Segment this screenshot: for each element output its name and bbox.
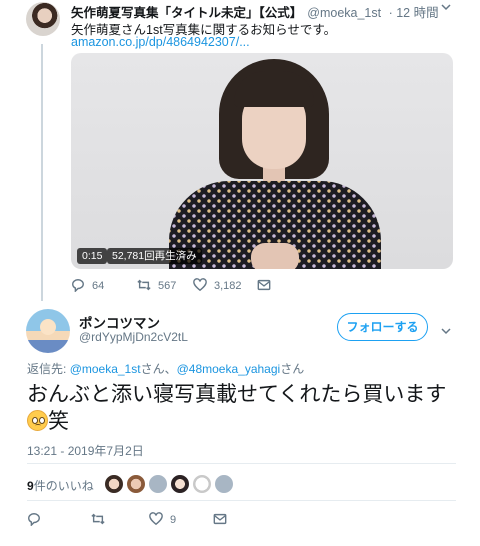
tweet-timestamp[interactable]: 13:21 - 2019年7月2日 bbox=[27, 442, 144, 459]
divider bbox=[27, 500, 456, 501]
parent-dm-button[interactable] bbox=[257, 278, 271, 292]
reply-separator: さん、 bbox=[140, 362, 177, 376]
liker-avatar[interactable] bbox=[126, 474, 146, 494]
likes-count: 9 bbox=[27, 479, 34, 493]
main-retweet-button[interactable] bbox=[91, 512, 105, 526]
liker-avatar[interactable] bbox=[148, 474, 168, 494]
mail-icon bbox=[257, 279, 271, 291]
likes-summary[interactable]: 9件のいいね bbox=[27, 477, 94, 494]
divider bbox=[27, 463, 456, 464]
main-like-button[interactable]: 9 bbox=[149, 512, 176, 526]
main-tweet-text-line2: 笑 bbox=[48, 410, 69, 433]
retweet-icon bbox=[137, 279, 151, 291]
main-like-count: 9 bbox=[170, 514, 177, 526]
liker-avatar[interactable] bbox=[104, 474, 124, 494]
liker-avatar[interactable] bbox=[170, 474, 190, 494]
parent-reply-button[interactable]: 64 bbox=[71, 278, 105, 293]
reply-mention-link[interactable]: @48moeka_yahagi bbox=[177, 362, 281, 376]
main-reply-button[interactable] bbox=[27, 512, 41, 527]
reply-suffix: さん bbox=[280, 362, 305, 376]
parent-reply-count: 64 bbox=[92, 280, 105, 292]
follow-button[interactable]: フォローする bbox=[337, 313, 428, 341]
reply-context: 返信先: @moeka_1stさん、@48moeka_yahagiさん bbox=[27, 360, 304, 377]
main-author-avatar[interactable] bbox=[26, 309, 70, 353]
heart-icon bbox=[193, 278, 207, 292]
video-player[interactable]: 0:15 52,781回再生済み bbox=[71, 53, 453, 269]
parent-like-count: 3,182 bbox=[214, 280, 242, 292]
parent-author-name[interactable]: 矢作萌夏写真集「タイトル未定」【公式】 bbox=[71, 6, 302, 20]
video-frame-hands bbox=[251, 243, 299, 269]
reply-icon bbox=[72, 279, 84, 293]
thread-connector-line bbox=[41, 44, 43, 301]
main-dm-button[interactable] bbox=[213, 512, 227, 526]
retweet-icon bbox=[91, 513, 105, 525]
parent-like-button[interactable]: 3,182 bbox=[193, 278, 242, 292]
liker-avatar[interactable] bbox=[192, 474, 212, 494]
parent-author-avatar[interactable] bbox=[26, 2, 60, 36]
chevron-down-icon[interactable] bbox=[441, 322, 451, 335]
more-icon[interactable] bbox=[441, 0, 451, 14]
video-views-badge: 52,781回再生済み bbox=[107, 248, 202, 264]
parent-author-handle[interactable]: @moeka_1st bbox=[307, 6, 381, 20]
parent-tweet-time[interactable]: · 12 時間 bbox=[389, 6, 439, 20]
likes-label: 件のいいね bbox=[33, 479, 94, 493]
video-duration-badge: 0:15 bbox=[77, 248, 108, 264]
mail-icon bbox=[213, 513, 227, 525]
liker-avatar[interactable] bbox=[214, 474, 234, 494]
parent-tweet-link[interactable]: amazon.co.jp/dp/4864942307/... bbox=[71, 35, 250, 49]
main-author-handle[interactable]: @rdYypMjDn2cV2tL bbox=[79, 330, 188, 344]
main-author-name[interactable]: ポンコツマン bbox=[79, 312, 160, 332]
heart-icon bbox=[149, 512, 163, 526]
main-tweet-text: おんぶと添い寝写真載せてくれたら買います 笑 bbox=[27, 381, 467, 435]
main-tweet-text-line1: おんぶと添い寝写真載せてくれたら買います bbox=[27, 383, 447, 406]
emoji-pleading-icon bbox=[27, 410, 48, 431]
reply-mention-link[interactable]: @moeka_1st bbox=[70, 362, 141, 376]
reply-icon bbox=[28, 513, 40, 527]
reply-prefix: 返信先: bbox=[27, 362, 67, 376]
parent-retweet-button[interactable]: 567 bbox=[137, 278, 176, 292]
parent-retweet-count: 567 bbox=[158, 280, 177, 292]
